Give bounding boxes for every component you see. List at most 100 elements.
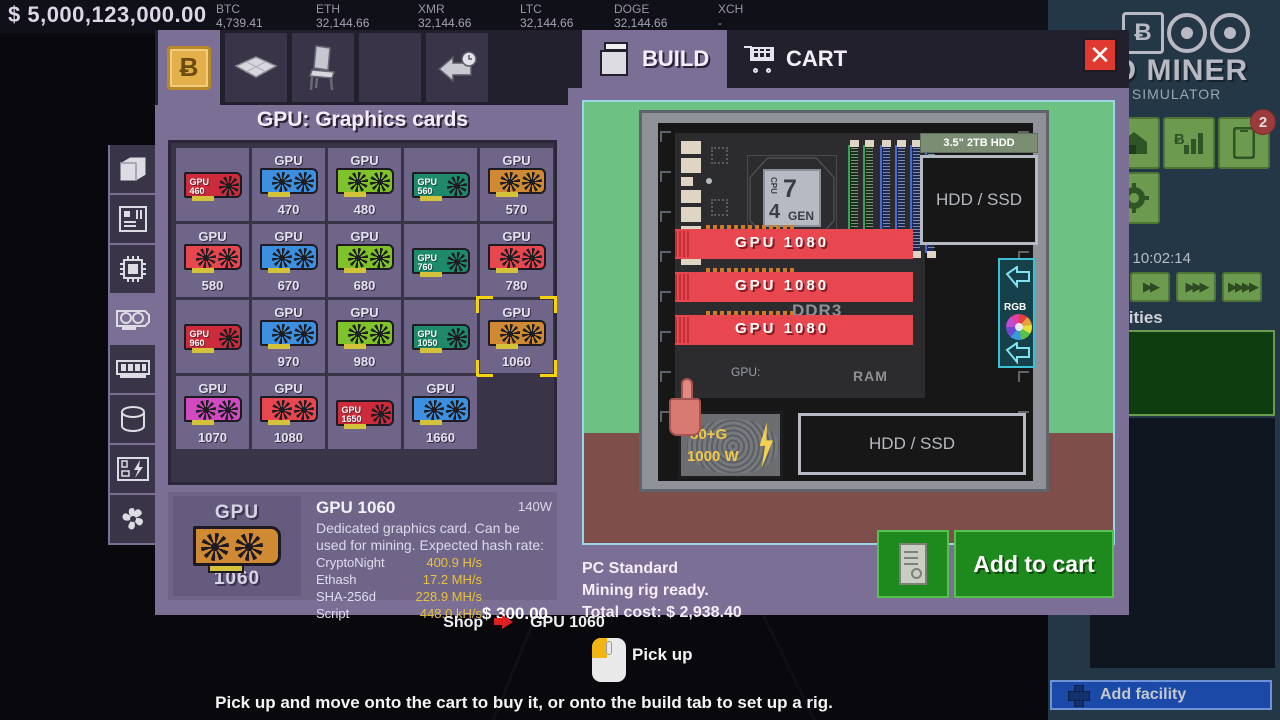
shop-item-label: 680 (353, 277, 376, 293)
tab-cart[interactable]: CART (726, 30, 865, 88)
item-detail-panel: GPU 1060 GPU 1060 140W Dedicated graphic… (168, 492, 557, 623)
gpu-card-icon (487, 167, 546, 197)
installed-gpu[interactable]: GPU 1080 (675, 272, 913, 302)
shop-item[interactable]: GPU 1070 (176, 376, 249, 449)
psu-wattage: 1000 W (687, 448, 739, 465)
gpu-card-icon (487, 319, 546, 349)
shop-item[interactable]: GPU 570 (480, 148, 553, 221)
shop-item[interactable]: GPU 970 (252, 300, 325, 373)
pc-preset-button[interactable] (877, 530, 949, 598)
ram-label: RAM (853, 368, 888, 384)
arrow-left-icon (1005, 266, 1030, 288)
ticker-eth[interactable]: ETH 32,144.66 (316, 3, 369, 31)
add-to-cart-label: Add to cart (973, 550, 1095, 577)
mouse-action-label: Pick up (632, 645, 693, 664)
category-psu[interactable] (110, 445, 156, 493)
item-wattage: 140W (518, 499, 552, 514)
cursor-hand-icon (665, 378, 705, 438)
shop-item[interactable]: GPU 1050 (404, 300, 477, 373)
pc-name: PC Standard (582, 560, 679, 577)
speed-2x-button[interactable]: ▶▶ (1130, 272, 1170, 302)
installed-gpu-label: GPU 1080 (735, 277, 830, 294)
shop-item[interactable]: GPU 1060 (476, 296, 557, 373)
shop-dialog: Ƀ GPU: Graphics cards GPU 460 GPU 470 GPU 480… (155, 30, 701, 623)
shop-item[interactable]: GPU 980 (328, 300, 401, 373)
category-storage[interactable] (110, 395, 156, 443)
ticker-ltc[interactable]: LTC 32,144.66 (520, 2, 574, 31)
category-cooling[interactable] (110, 495, 156, 543)
pc-build-viewport[interactable]: CPU 7 4 GEN DDR3 GPU: RAM GPU 1080 GPU 1… (582, 100, 1115, 545)
shop-item[interactable]: GPU 1650 (328, 376, 401, 449)
add-to-cart-button[interactable]: Add to cart (954, 530, 1114, 598)
shop-item[interactable]: GPU 560 (404, 148, 477, 221)
breadcrumb: Shop GPU 1060 (0, 614, 1048, 632)
shop-item[interactable]: GPU 960 (176, 300, 249, 373)
ticker-symbol: LTC (520, 2, 542, 16)
shop-item-prefix: GPU (274, 380, 303, 396)
top-ticker-bar: $ 5,000,123,000.00 BTC 4,739.41 ETH 32,1… (0, 0, 1124, 35)
hdd-slot-bottom[interactable]: HDD / SSD (798, 413, 1026, 475)
category-motherboard[interactable] (110, 195, 156, 243)
shop-item-label: 980 (353, 353, 376, 369)
tab-furniture[interactable] (292, 33, 354, 102)
mouse-icon (592, 638, 626, 682)
shop-item[interactable]: GPU 670 (252, 224, 325, 297)
category-case[interactable] (110, 145, 156, 193)
arrow-left-icon (1005, 342, 1030, 364)
category-ram[interactable] (110, 345, 156, 393)
phone-button[interactable]: 2 (1218, 109, 1276, 169)
ticker-xmr[interactable]: XMR 32,144.66 (418, 3, 471, 31)
rgb-fan-icon (1006, 314, 1032, 340)
cpu-label: CPU (769, 177, 778, 194)
motherboard: CPU 7 4 GEN DDR3 GPU: (675, 133, 936, 398)
shop-item[interactable]: GPU 480 (328, 148, 401, 221)
tab-empty[interactable] (359, 33, 421, 102)
rgb-controller[interactable]: RGB (998, 258, 1035, 368)
pc-case-interior: CPU 7 4 GEN DDR3 GPU: RAM GPU 1080 GPU 1… (658, 123, 1038, 481)
hint-text: Pick up and move onto the cart to buy it… (215, 693, 833, 712)
shop-item-inline-label: GPU 560 (417, 176, 438, 196)
hashrate-value: 228.9 MH/s (415, 589, 482, 604)
shop-item[interactable]: GPU 1660 (404, 376, 477, 449)
cpu-number: 7 (783, 175, 797, 203)
shop-item-prefix: GPU (350, 228, 379, 244)
hdd-label: 3.5" 2TB HDD (920, 133, 1038, 153)
item-description: Dedicated graphics card. Can be used for… (316, 520, 545, 553)
speed-4x-button[interactable]: ▶▶▶▶ (1222, 272, 1262, 302)
tab-hardware[interactable]: Ƀ (158, 30, 220, 105)
category-gpu[interactable] (110, 295, 156, 343)
installed-gpu[interactable]: GPU 1080 (675, 229, 913, 259)
shop-item[interactable]: GPU 780 (480, 224, 553, 297)
ticker-xch[interactable]: XCH - (718, 3, 743, 31)
add-facility-button[interactable]: Add facility (1050, 680, 1272, 710)
ticker-doge[interactable]: DOGE 32,144.66 (614, 2, 667, 31)
category-cpu[interactable] (110, 245, 156, 293)
hdd-slot-top[interactable]: HDD / SSD (920, 155, 1038, 245)
plus-icon (1068, 685, 1090, 707)
shop-item[interactable]: GPU 470 (252, 148, 325, 221)
speed-3x-button[interactable]: ▶▶▶ (1176, 272, 1216, 302)
shop-item-prefix: GPU (426, 380, 455, 396)
shop-item[interactable]: GPU 1080 (252, 376, 325, 449)
shop-item[interactable]: GPU 680 (328, 224, 401, 297)
shop-tabbar: Ƀ (155, 30, 570, 105)
item-thumbnail: GPU 1060 (173, 496, 301, 596)
ticker-btc[interactable]: BTC 4,739.41 (216, 3, 263, 31)
shop-item[interactable]: GPU 460 (176, 148, 249, 221)
installed-gpu-label: GPU 1080 (735, 320, 830, 337)
shop-item-inline-label: GPU 1050 (417, 328, 438, 348)
market-chart-button[interactable]: Ƀ (1163, 117, 1215, 169)
shop-item-label: 570 (505, 201, 528, 217)
close-icon[interactable] (1083, 38, 1117, 72)
shopping-cart-icon (744, 45, 776, 73)
installed-gpu[interactable]: GPU 1080 (675, 315, 913, 345)
hashrate-algo: CryptoNight (316, 555, 385, 570)
tab-flooring[interactable] (225, 33, 287, 102)
ticker-price: 32,144.66 (520, 16, 574, 30)
tab-history[interactable] (426, 33, 488, 102)
ticker-symbol: DOGE (614, 2, 650, 16)
phone-badge: 2 (1250, 109, 1276, 135)
shop-item[interactable]: GPU 760 (404, 224, 477, 297)
tab-build[interactable]: BUILD (582, 30, 728, 88)
shop-item[interactable]: GPU 580 (176, 224, 249, 297)
